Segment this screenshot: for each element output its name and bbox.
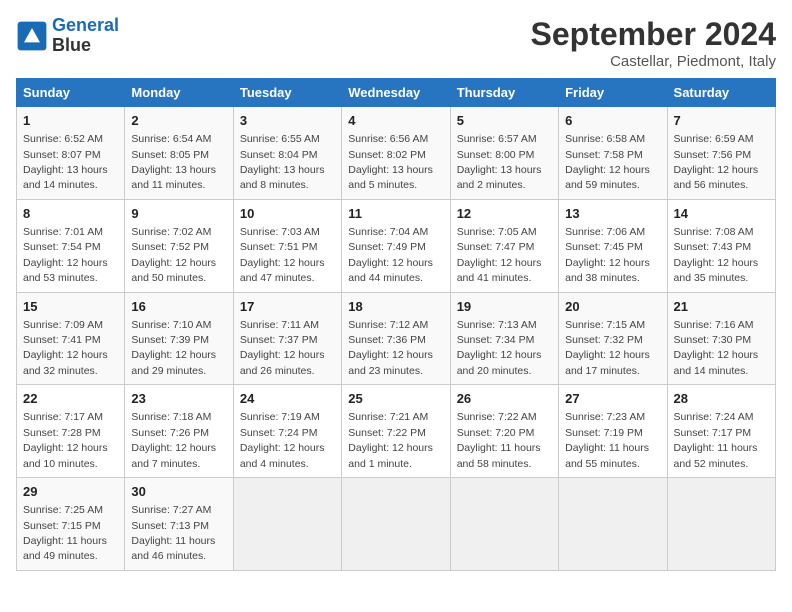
- week-row: 22 Sunrise: 7:17 AMSunset: 7:28 PMDaylig…: [17, 385, 776, 478]
- table-row: 27 Sunrise: 7:23 AMSunset: 7:19 PMDaylig…: [559, 385, 667, 478]
- week-row: 29 Sunrise: 7:25 AMSunset: 7:15 PMDaylig…: [17, 478, 776, 571]
- logo-text: GeneralBlue: [52, 16, 119, 56]
- table-row: 4 Sunrise: 6:56 AMSunset: 8:02 PMDayligh…: [342, 107, 450, 200]
- table-row: 29 Sunrise: 7:25 AMSunset: 7:15 PMDaylig…: [17, 478, 125, 571]
- table-row: 18 Sunrise: 7:12 AMSunset: 7:36 PMDaylig…: [342, 292, 450, 385]
- col-friday: Friday: [559, 79, 667, 107]
- location-subtitle: Castellar, Piedmont, Italy: [531, 53, 776, 70]
- table-row: 1 Sunrise: 6:52 AMSunset: 8:07 PMDayligh…: [17, 107, 125, 200]
- table-row: 23 Sunrise: 7:18 AMSunset: 7:26 PMDaylig…: [125, 385, 233, 478]
- col-sunday: Sunday: [17, 79, 125, 107]
- table-row: 14 Sunrise: 7:08 AMSunset: 7:43 PMDaylig…: [667, 199, 775, 292]
- week-row: 1 Sunrise: 6:52 AMSunset: 8:07 PMDayligh…: [17, 107, 776, 200]
- table-row: 22 Sunrise: 7:17 AMSunset: 7:28 PMDaylig…: [17, 385, 125, 478]
- table-row: 16 Sunrise: 7:10 AMSunset: 7:39 PMDaylig…: [125, 292, 233, 385]
- table-row: 8 Sunrise: 7:01 AMSunset: 7:54 PMDayligh…: [17, 199, 125, 292]
- table-row: 12 Sunrise: 7:05 AMSunset: 7:47 PMDaylig…: [450, 199, 558, 292]
- page-header: GeneralBlue September 2024 Castellar, Pi…: [16, 16, 776, 70]
- table-row: [342, 478, 450, 571]
- col-tuesday: Tuesday: [233, 79, 341, 107]
- table-row: 11 Sunrise: 7:04 AMSunset: 7:49 PMDaylig…: [342, 199, 450, 292]
- table-row: 28 Sunrise: 7:24 AMSunset: 7:17 PMDaylig…: [667, 385, 775, 478]
- col-monday: Monday: [125, 79, 233, 107]
- table-row: 5 Sunrise: 6:57 AMSunset: 8:00 PMDayligh…: [450, 107, 558, 200]
- table-row: 25 Sunrise: 7:21 AMSunset: 7:22 PMDaylig…: [342, 385, 450, 478]
- week-row: 8 Sunrise: 7:01 AMSunset: 7:54 PMDayligh…: [17, 199, 776, 292]
- table-row: 3 Sunrise: 6:55 AMSunset: 8:04 PMDayligh…: [233, 107, 341, 200]
- col-saturday: Saturday: [667, 79, 775, 107]
- col-wednesday: Wednesday: [342, 79, 450, 107]
- table-row: 17 Sunrise: 7:11 AMSunset: 7:37 PMDaylig…: [233, 292, 341, 385]
- week-row: 15 Sunrise: 7:09 AMSunset: 7:41 PMDaylig…: [17, 292, 776, 385]
- calendar-table: Sunday Monday Tuesday Wednesday Thursday…: [16, 78, 776, 571]
- table-row: [450, 478, 558, 571]
- table-row: 30 Sunrise: 7:27 AMSunset: 7:13 PMDaylig…: [125, 478, 233, 571]
- table-row: 20 Sunrise: 7:15 AMSunset: 7:32 PMDaylig…: [559, 292, 667, 385]
- table-row: 10 Sunrise: 7:03 AMSunset: 7:51 PMDaylig…: [233, 199, 341, 292]
- table-row: 13 Sunrise: 7:06 AMSunset: 7:45 PMDaylig…: [559, 199, 667, 292]
- title-area: September 2024 Castellar, Piedmont, Ital…: [531, 16, 776, 70]
- logo: GeneralBlue: [16, 16, 119, 56]
- logo-icon: [16, 20, 48, 52]
- table-row: 6 Sunrise: 6:58 AMSunset: 7:58 PMDayligh…: [559, 107, 667, 200]
- header-row: Sunday Monday Tuesday Wednesday Thursday…: [17, 79, 776, 107]
- table-row: [667, 478, 775, 571]
- table-row: 21 Sunrise: 7:16 AMSunset: 7:30 PMDaylig…: [667, 292, 775, 385]
- table-row: 9 Sunrise: 7:02 AMSunset: 7:52 PMDayligh…: [125, 199, 233, 292]
- table-row: 19 Sunrise: 7:13 AMSunset: 7:34 PMDaylig…: [450, 292, 558, 385]
- table-row: [559, 478, 667, 571]
- table-row: 7 Sunrise: 6:59 AMSunset: 7:56 PMDayligh…: [667, 107, 775, 200]
- col-thursday: Thursday: [450, 79, 558, 107]
- table-row: 24 Sunrise: 7:19 AMSunset: 7:24 PMDaylig…: [233, 385, 341, 478]
- table-row: 2 Sunrise: 6:54 AMSunset: 8:05 PMDayligh…: [125, 107, 233, 200]
- month-title: September 2024: [531, 16, 776, 53]
- table-row: 26 Sunrise: 7:22 AMSunset: 7:20 PMDaylig…: [450, 385, 558, 478]
- table-row: [233, 478, 341, 571]
- table-row: 15 Sunrise: 7:09 AMSunset: 7:41 PMDaylig…: [17, 292, 125, 385]
